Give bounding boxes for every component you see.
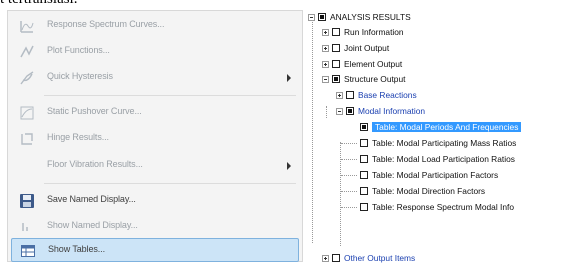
submenu-arrow-icon (287, 162, 291, 170)
table-icon (20, 243, 36, 259)
checkbox[interactable] (360, 155, 368, 163)
collapse-icon[interactable] (336, 107, 343, 115)
collapse-icon[interactable] (322, 75, 329, 83)
menu-item-show-named-display[interactable]: Show Named Display... (11, 215, 299, 239)
tree-node-table-modal-participation-factors[interactable]: Table: Modal Participation Factors (360, 169, 498, 181)
checkbox[interactable] (360, 187, 368, 195)
tree-connector (326, 106, 327, 118)
tree-node-table-modal-load-participation[interactable]: Table: Modal Load Participation Ratios (360, 153, 515, 165)
tree-connector (341, 207, 357, 208)
tree-node-joint-output[interactable]: Joint Output (322, 42, 389, 54)
expand-icon[interactable] (322, 28, 329, 36)
menu-item-label: Show Tables... (48, 244, 105, 254)
tree-node-analysis-results[interactable]: ANALYSIS RESULTS (308, 11, 411, 23)
checkbox[interactable] (346, 107, 354, 115)
submenu-arrow-icon (287, 74, 291, 82)
node-label: Table: Modal Participation Factors (372, 170, 499, 180)
menu-item-response-spectrum-curves[interactable]: Response Spectrum Curves... (11, 14, 299, 38)
plot-functions-icon (19, 44, 35, 60)
tree-node-table-modal-direction-factors[interactable]: Table: Modal Direction Factors (360, 185, 485, 197)
tree-node-table-modal-mass-ratios[interactable]: Table: Modal Participating Mass Ratios (360, 137, 516, 149)
menu-item-floor-vibration-results[interactable]: Floor Vibration Results... (11, 154, 299, 178)
hysteresis-icon (19, 70, 35, 86)
tree-node-run-information[interactable]: Run Information (322, 26, 404, 38)
checkbox[interactable] (332, 75, 340, 83)
pushover-curve-icon (19, 105, 35, 121)
tree-node-element-output[interactable]: Element Output (322, 58, 402, 70)
menu-item-static-pushover-curve[interactable]: Static Pushover Curve... (11, 101, 299, 125)
tree-connector (341, 143, 357, 144)
menu-item-plot-functions[interactable]: Plot Functions... (11, 40, 299, 64)
menu-separator (44, 95, 296, 96)
checkbox[interactable] (360, 171, 368, 179)
tree-connector (341, 175, 357, 176)
checkbox[interactable] (332, 44, 340, 52)
node-label: Modal Information (358, 106, 426, 116)
expand-icon[interactable] (322, 60, 329, 68)
tree-node-table-response-spectrum-modal-info[interactable]: Table: Response Spectrum Modal Info (360, 201, 514, 213)
menu-item-label: Show Named Display... (47, 220, 138, 230)
tree-node-modal-information[interactable]: Modal Information (336, 105, 425, 117)
node-label: Table: Response Spectrum Modal Info (372, 202, 514, 212)
save-icon (19, 193, 35, 209)
expand-icon[interactable] (336, 91, 343, 99)
checkbox[interactable] (332, 254, 340, 262)
menu-item-hinge-results[interactable]: Hinge Results... (11, 127, 299, 151)
tree-node-table-modal-periods[interactable]: Table: Modal Periods And Frequencies (360, 121, 522, 133)
checkbox[interactable] (332, 28, 340, 36)
hinge-results-icon (19, 131, 35, 147)
tree-node-structure-output[interactable]: Structure Output (322, 73, 405, 85)
menu-item-label: Plot Functions... (47, 45, 110, 55)
checkbox[interactable] (360, 123, 368, 131)
tree-connector (340, 142, 341, 246)
menu-item-show-tables[interactable]: Show Tables... (11, 238, 299, 262)
checkbox[interactable] (332, 60, 340, 68)
menu-item-label: Response Spectrum Curves... (47, 19, 165, 29)
menu-item-label: Hinge Results... (47, 132, 109, 142)
menu-item-quick-hysteresis[interactable]: Quick Hysteresis (11, 66, 299, 90)
checkbox[interactable] (360, 139, 368, 147)
node-label: Other Output Items (344, 253, 416, 263)
menu-item-label: Static Pushover Curve... (47, 106, 142, 116)
checkbox[interactable] (318, 13, 326, 21)
node-label: Run Information (344, 27, 404, 37)
node-label: Base Reactions (358, 90, 417, 100)
node-label: Table: Modal Direction Factors (372, 186, 486, 196)
expand-icon[interactable] (322, 44, 329, 52)
node-label: ANALYSIS RESULTS (330, 12, 411, 22)
checkbox[interactable] (360, 203, 368, 211)
display-menu: Response Spectrum Curves... Plot Functio… (7, 10, 303, 262)
analysis-results-tree: ANALYSIS RESULTS Run Information Joint O… (308, 8, 569, 266)
node-label: Element Output (344, 59, 403, 69)
node-label: Table: Modal Participating Mass Ratios (372, 138, 517, 148)
show-named-display-icon (19, 219, 35, 235)
node-label: Joint Output (344, 43, 390, 53)
caption-text: t tertranslasi. (0, 0, 77, 9)
tree-connector (341, 191, 357, 192)
menu-item-save-named-display[interactable]: Save Named Display... (11, 189, 299, 213)
checkbox[interactable] (346, 91, 354, 99)
tree-node-base-reactions[interactable]: Base Reactions (336, 89, 417, 101)
collapse-icon[interactable] (308, 13, 315, 21)
menu-separator (44, 183, 296, 184)
menu-item-label: Save Named Display... (47, 194, 136, 204)
node-label: Table: Modal Periods And Frequencies (372, 122, 522, 132)
tree-connector (312, 22, 313, 243)
expand-icon[interactable] (322, 254, 329, 262)
menu-item-label: Floor Vibration Results... (47, 159, 143, 169)
node-label: Structure Output (344, 74, 406, 84)
node-label: Table: Modal Load Participation Ratios (372, 154, 515, 164)
menu-item-label: Quick Hysteresis (47, 71, 113, 81)
response-spectrum-icon (19, 18, 35, 34)
tree-connector (341, 159, 357, 160)
tree-node-other-output-items[interactable]: Other Output Items (322, 252, 415, 264)
